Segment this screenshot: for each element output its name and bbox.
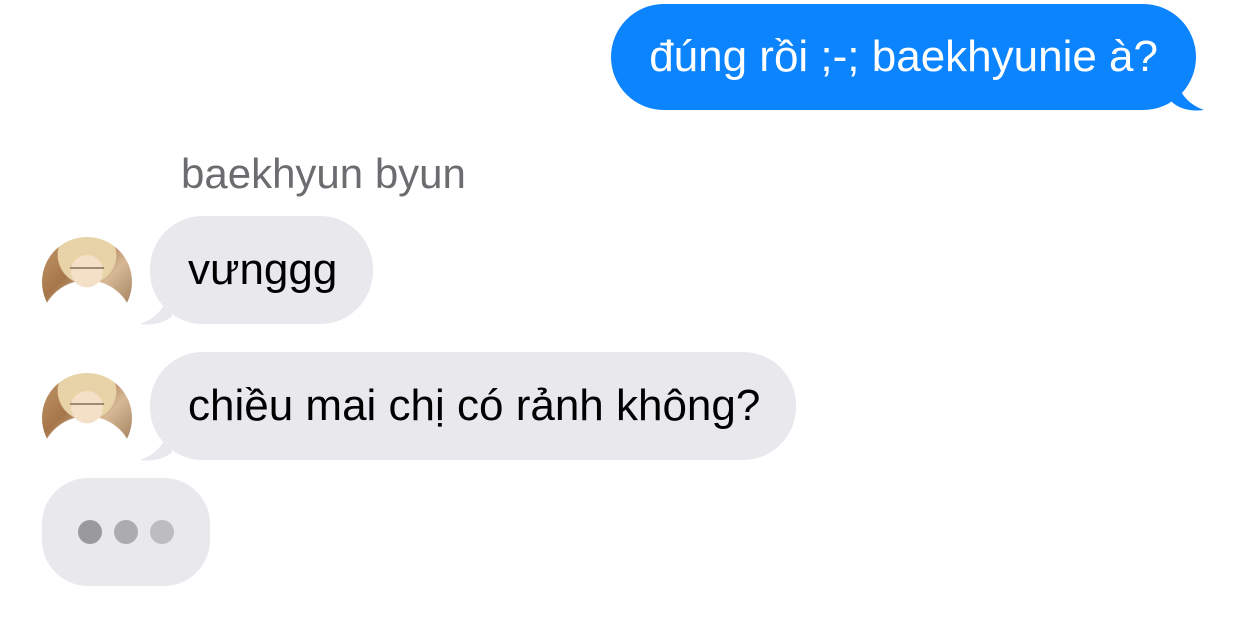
outgoing-message-bubble[interactable]: đúng rồi ;-; baekhyunie à? [611,4,1196,110]
outgoing-bubble-tail [1172,62,1204,111]
typing-indicator [42,478,210,586]
avatar-detail [70,267,104,279]
sender-avatar[interactable] [42,237,132,327]
typing-dot-icon [78,520,102,544]
incoming-message-bubble[interactable]: vưnggg [150,216,374,324]
sender-avatar[interactable] [42,373,132,463]
sender-name: baekhyun byun [181,150,466,197]
incoming-message-bubble[interactable]: chiều mai chị có rảnh không? [150,352,797,460]
avatar-detail [70,403,104,415]
typing-dot-icon [150,520,174,544]
typing-dot-icon [114,520,138,544]
message-text: đúng rồi ;-; baekhyunie à? [649,32,1158,81]
message-text: vưnggg [188,245,338,294]
message-text: chiều mai chị có rảnh không? [188,381,761,430]
